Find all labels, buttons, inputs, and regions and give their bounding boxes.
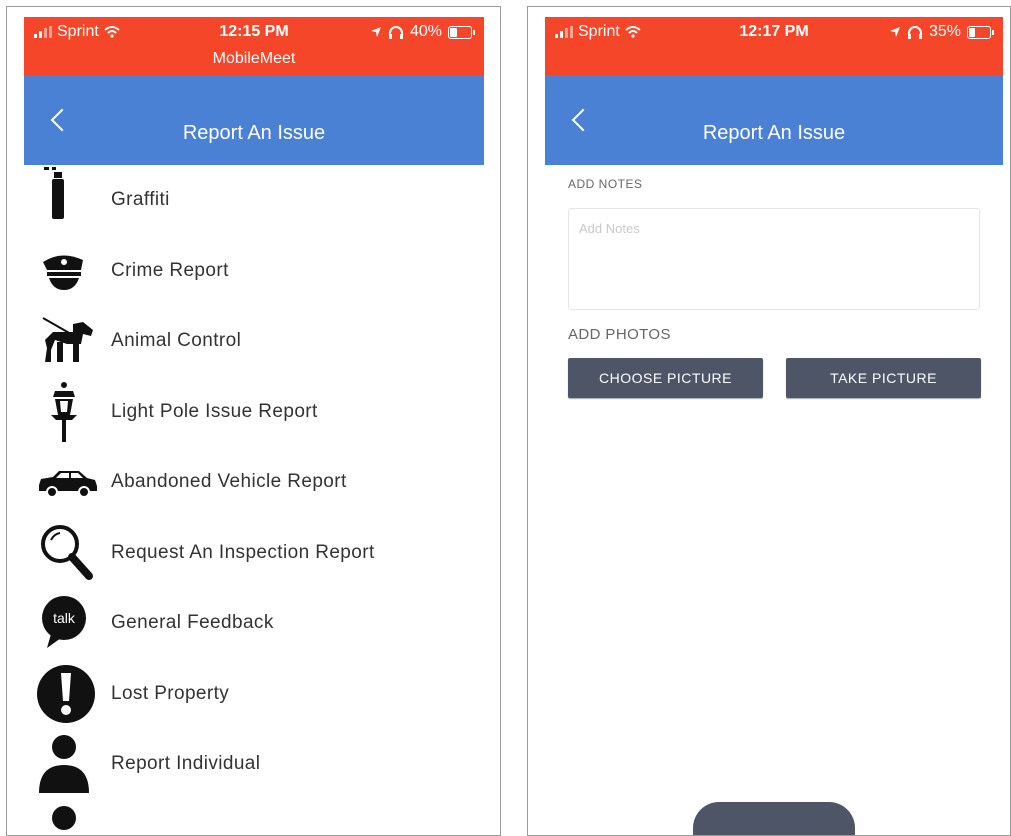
exclamation-icon [37, 663, 99, 725]
list-item-general-feedback[interactable]: talk General Feedback [37, 588, 477, 659]
location-arrow-icon [370, 26, 382, 38]
location-arrow-icon [889, 26, 901, 38]
list-item-inspection[interactable]: Request An Inspection Report [37, 518, 477, 589]
notes-textarea[interactable]: Add Notes [568, 208, 980, 310]
list-item-partial [37, 800, 477, 836]
submit-button-partial[interactable] [693, 802, 855, 836]
item-label: Report Individual [111, 753, 260, 775]
magnifier-icon [37, 522, 99, 584]
status-right: 40% [370, 23, 472, 41]
item-label: Request An Inspection Report [111, 542, 375, 564]
status-bar: Sprint 12:17 PM 35% [545, 17, 1003, 75]
app-name: MobileMeet [24, 50, 484, 68]
car-icon [37, 451, 99, 513]
battery-icon [967, 26, 991, 39]
battery-icon [448, 26, 472, 39]
street-lamp-icon [37, 381, 99, 443]
nav-title: Report An Issue [24, 122, 484, 145]
nav-bar: Report An Issue [24, 75, 484, 165]
police-hat-icon [37, 240, 99, 302]
person-icon [37, 733, 99, 795]
dog-leash-icon [37, 310, 99, 372]
status-bar: Sprint 12:15 PM 40% MobileMeet [24, 17, 484, 75]
notes-placeholder: Add Notes [579, 221, 640, 236]
list-item-abandoned-vehicle[interactable]: Abandoned Vehicle Report [37, 447, 477, 518]
talk-bubble-icon: talk [37, 592, 99, 654]
item-label: Crime Report [111, 260, 229, 282]
item-label: Graffiti [111, 189, 170, 211]
item-label: Lost Property [111, 683, 229, 705]
battery-percent: 40% [410, 23, 442, 41]
spray-can-icon [37, 159, 99, 221]
issue-list: Graffiti Crime Report Animal Control [37, 165, 477, 836]
list-item-crime-report[interactable]: Crime Report [37, 236, 477, 307]
phone-screen-add-details: Sprint 12:17 PM 35% Report An Issue ADD … [527, 6, 1011, 836]
choose-picture-button[interactable]: CHOOSE PICTURE [568, 358, 763, 398]
item-label: General Feedback [111, 612, 274, 634]
battery-percent: 35% [929, 23, 961, 41]
list-item-animal-control[interactable]: Animal Control [37, 306, 477, 377]
list-item-lost-property[interactable]: Lost Property [37, 659, 477, 730]
item-label: Light Pole Issue Report [111, 401, 318, 423]
person-icon [37, 804, 99, 836]
nav-bar: Report An Issue [545, 75, 1003, 165]
list-item-report-individual[interactable]: Report Individual [37, 729, 477, 800]
photos-label: ADD PHOTOS [568, 326, 671, 343]
take-picture-button[interactable]: TAKE PICTURE [786, 358, 981, 398]
notes-label: ADD NOTES [568, 177, 643, 191]
battery-fill [969, 28, 975, 37]
nav-title: Report An Issue [545, 122, 1003, 145]
item-label: Abandoned Vehicle Report [111, 471, 347, 493]
list-item-graffiti[interactable]: Graffiti [37, 165, 477, 236]
phone-screen-issue-list: Sprint 12:15 PM 40% MobileMeet Report An… [6, 6, 501, 836]
list-item-light-pole[interactable]: Light Pole Issue Report [37, 377, 477, 448]
headphones-icon [907, 26, 923, 39]
status-right: 35% [889, 23, 991, 41]
battery-fill [450, 28, 457, 37]
item-label: Animal Control [111, 330, 241, 352]
headphones-icon [388, 26, 404, 39]
talk-bubble-text: talk [53, 610, 76, 626]
